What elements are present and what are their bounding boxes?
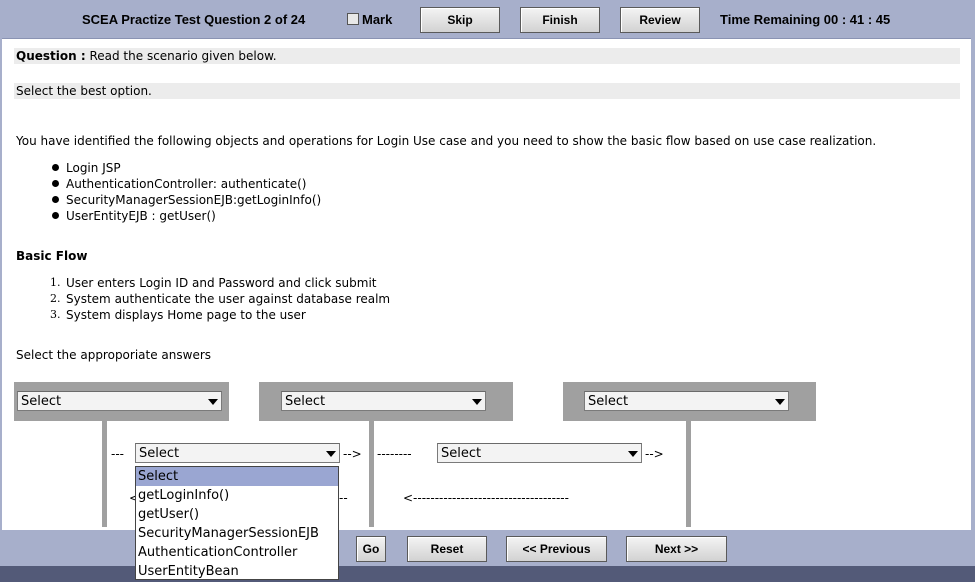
scenario-text: You have identified the following object… [16,134,877,148]
return1-line: -- [339,491,348,505]
dropdown-option[interactable]: AuthenticationController [136,543,338,562]
message2-lead: -------- [377,447,412,461]
right-border [971,38,975,530]
mark-label: Mark [362,12,393,27]
review-button[interactable]: Review [620,7,700,33]
message2-select[interactable]: Select [437,443,642,463]
list-item: AuthenticationController: authenticate() [52,176,321,192]
lifeline-3 [686,421,691,527]
list-item: UserEntityEJB : getUser() [52,208,321,224]
select-prompt: Select the approporiate answers [16,348,212,362]
question-intro: Read the scenario given below. [89,49,277,63]
reset-button[interactable]: Reset [407,536,487,562]
chevron-down-icon [326,451,336,457]
bullet-icon [52,180,59,187]
dropdown-option[interactable]: getUser() [136,505,338,524]
object3-select[interactable]: Select [584,391,789,411]
checkbox-icon[interactable] [347,13,359,25]
chevron-down-icon [775,399,785,405]
time-remaining: Time Remaining 00 : 41 : 45 [720,12,891,27]
next-button[interactable]: Next >> [626,536,727,562]
left-border [0,38,2,530]
skip-button[interactable]: Skip [420,7,500,33]
instruction-row [14,83,960,99]
list-item: SecurityManagerSessionEJB:getLoginInfo() [52,192,321,208]
instruction-text: Select the best option. [16,84,152,98]
previous-button[interactable]: << Previous [506,536,607,562]
bullet-icon [52,164,59,171]
dropdown-option[interactable]: getLoginInfo() [136,486,338,505]
mark-checkbox[interactable]: Mark [347,12,392,27]
dropdown-option[interactable]: SecurityManagerSessionEJB [136,524,338,543]
test-title: SCEA Practize Test Question 2 of 24 [82,12,306,27]
message2-arrowhead: --> [645,447,664,461]
message1-select[interactable]: Select [135,443,340,463]
chevron-down-icon [472,399,482,405]
message1-lead: --- [111,447,124,461]
dropdown-option[interactable]: Select [136,467,338,486]
basic-flow-list: 1. User enters Login ID and Password and … [50,275,391,323]
chevron-down-icon [628,451,638,457]
list-item: Login JSP [52,160,321,176]
lifeline-2 [369,421,374,527]
object1-select[interactable]: Select [17,391,222,411]
basic-flow-title: Basic Flow [16,249,88,263]
message1-arrowhead: --> [343,447,362,461]
return2-arrow: <------------------------------------ [403,491,569,505]
lifeline-1 [102,421,107,527]
object2-select[interactable]: Select [281,391,486,411]
finish-button[interactable]: Finish [520,7,600,33]
go-button[interactable]: Go [356,536,386,562]
objects-list: Login JSP AuthenticationController: auth… [52,160,321,224]
list-item: 3. System displays Home page to the user [50,308,306,322]
question-line: Question : Read the scenario given below… [16,49,277,63]
dropdown-option[interactable]: UserEntityBean [136,562,338,581]
list-item: 1. User enters Login ID and Password and … [50,276,377,290]
list-item: 2. System authenticate the user against d… [50,292,391,306]
message1-dropdown-list[interactable]: Select getLoginInfo() getUser() Security… [135,466,339,580]
bullet-icon [52,212,59,219]
top-toolbar: SCEA Practize Test Question 2 of 24 Mark… [0,0,975,39]
chevron-down-icon [208,399,218,405]
question-label: Question : [16,49,86,63]
bullet-icon [52,196,59,203]
